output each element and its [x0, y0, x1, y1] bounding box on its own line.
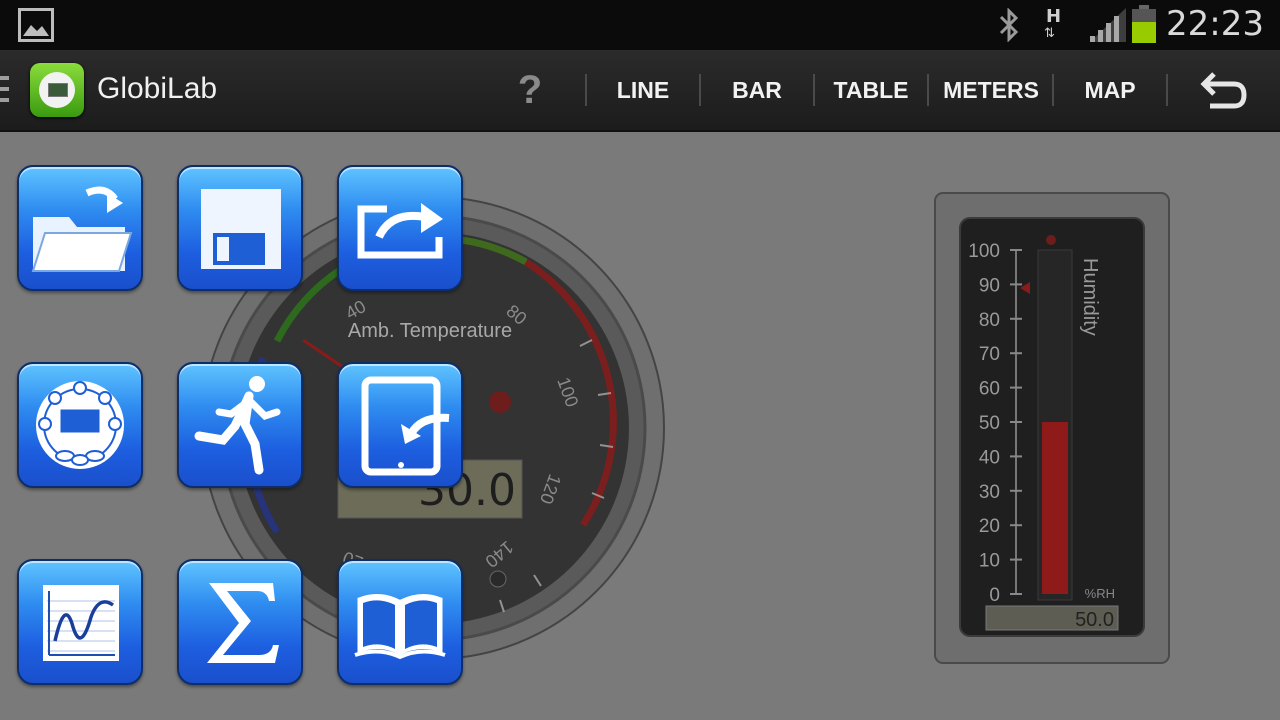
hspa-icon: H ⇅: [1042, 6, 1072, 44]
run-button[interactable]: [177, 362, 303, 488]
humidity-scale-label: 60: [979, 379, 1000, 400]
battery-icon: [1132, 5, 1156, 43]
back-icon[interactable]: [1198, 68, 1250, 112]
humidity-scale-label: 30: [979, 482, 1000, 503]
humidity-scale-label: 70: [979, 344, 1000, 365]
running-man-icon: [194, 376, 281, 475]
open-folder-icon: [31, 186, 133, 272]
help-book-button[interactable]: [337, 559, 463, 685]
humidity-scale-label: 100: [968, 241, 1000, 262]
tab-bar[interactable]: BAR: [702, 72, 812, 108]
humidity-scale-label: 0: [989, 585, 1000, 606]
action-bar: GlobiLab ? LINE BAR TABLE METERS MAP: [0, 50, 1280, 132]
humidity-title: Humidity: [1079, 258, 1101, 336]
humidity-meter: 1009080706050403020100 Humidity %RH 50.0: [934, 192, 1170, 664]
divider: [699, 74, 701, 106]
humidity-level-bar: [1042, 422, 1068, 594]
floppy-disk-icon: [201, 189, 281, 269]
humidity-scale-label: 90: [979, 275, 1000, 296]
humidity-scale-label: 50: [979, 413, 1000, 434]
gallery-icon: [18, 8, 54, 42]
logger-setup-button[interactable]: [17, 362, 143, 488]
divider: [927, 74, 929, 106]
network-type-label: H: [1046, 6, 1062, 27]
divider: [813, 74, 815, 106]
gauge-hub: [489, 391, 511, 413]
graph-icon: [43, 585, 119, 661]
open-file-button[interactable]: [17, 165, 143, 291]
signal-icon: [1090, 8, 1126, 42]
graph-analysis-button[interactable]: [17, 559, 143, 685]
export-icon: [357, 203, 443, 259]
tab-line[interactable]: LINE: [588, 72, 698, 108]
menu-icon[interactable]: [0, 76, 10, 106]
clock: 22:23: [1166, 4, 1264, 44]
tablet-import-icon: [361, 376, 450, 476]
gauge-title: Amb. Temperature: [348, 320, 512, 342]
book-icon: [354, 594, 446, 660]
tab-table[interactable]: TABLE: [816, 72, 926, 108]
divider: [1052, 74, 1054, 106]
humidity-unit: %RH: [1085, 586, 1115, 601]
status-bar: H ⇅ 22:23: [0, 0, 1280, 50]
bluetooth-icon: [999, 8, 1019, 42]
tab-map[interactable]: MAP: [1055, 72, 1165, 108]
divider: [1166, 74, 1168, 106]
humidity-scale-label: 10: [979, 551, 1000, 572]
humidity-scale-label: 20: [979, 516, 1000, 537]
divider: [585, 74, 587, 106]
app-title: GlobiLab: [97, 72, 218, 105]
sigma-icon: [207, 583, 279, 663]
app-logo[interactable]: [30, 63, 84, 117]
save-button[interactable]: [177, 165, 303, 291]
humidity-value: 50.0: [1075, 609, 1114, 631]
statistics-button[interactable]: [177, 559, 303, 685]
tab-meters[interactable]: METERS: [930, 72, 1052, 108]
humidity-scale-label: 40: [979, 447, 1000, 468]
labdisc-icon: [36, 381, 124, 469]
humidity-scale-label: 80: [979, 310, 1000, 331]
data-activity-arrows: ⇅: [1044, 26, 1055, 41]
export-button[interactable]: [337, 165, 463, 291]
help-button[interactable]: ?: [512, 66, 548, 114]
import-button[interactable]: [337, 362, 463, 488]
